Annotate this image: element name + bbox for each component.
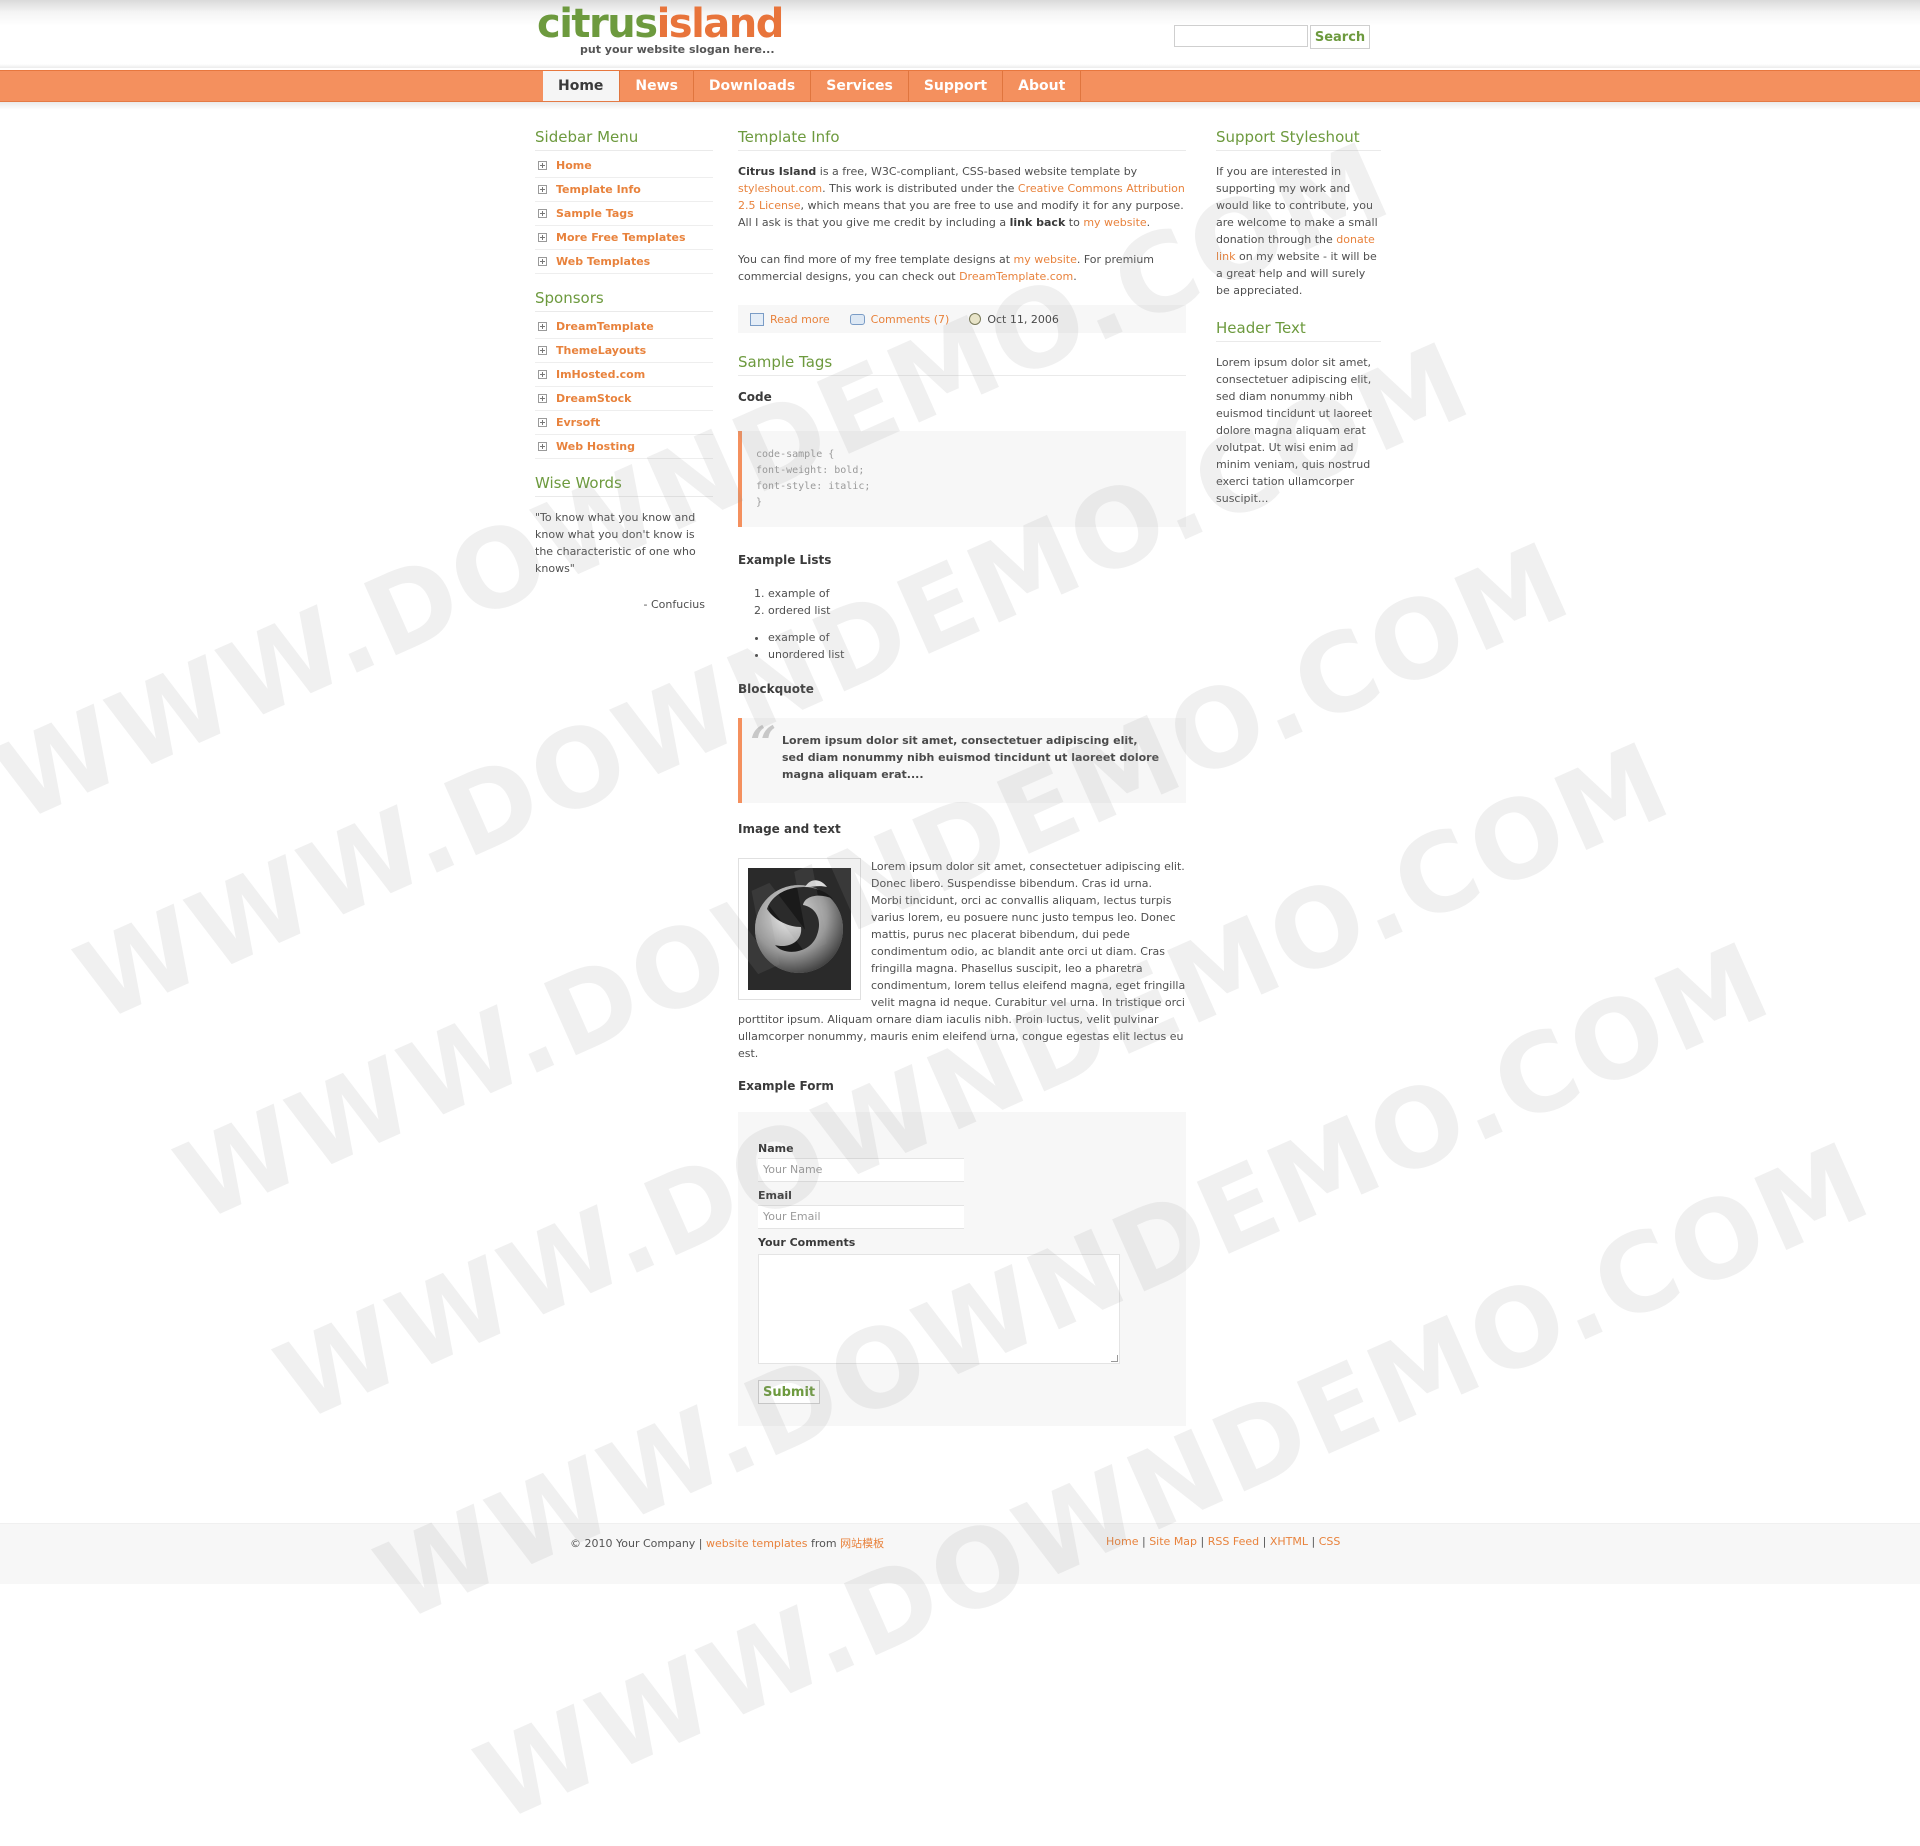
plus-box-icon (538, 394, 547, 403)
sidebar-menu-title: Sidebar Menu (535, 128, 713, 151)
main-nav: Home News Downloads Services Support Abo… (0, 70, 1920, 102)
plus-box-icon (538, 418, 547, 427)
plus-box-icon (538, 346, 547, 355)
footer-rss-link[interactable]: RSS Feed (1208, 1535, 1259, 1548)
text-span: is a free, W3C-compliant, CSS-based webs… (816, 165, 1138, 178)
nav-shadow (0, 102, 1920, 110)
resize-handle-icon[interactable] (1111, 1355, 1118, 1362)
styleshout-link[interactable]: styleshout.com (738, 182, 822, 195)
sponsors-title: Sponsors (535, 289, 713, 312)
sidebar-item-label: Web Templates (556, 255, 651, 268)
template-name: Citrus Island (738, 165, 817, 178)
plus-box-icon (538, 257, 547, 266)
template-info-title: Template Info (738, 128, 1186, 151)
sidebar-item-label: More Free Templates (556, 231, 686, 244)
separator: | (1311, 1535, 1316, 1548)
read-more-link[interactable]: Read more (770, 313, 830, 326)
text-span: from (807, 1537, 841, 1550)
text-span: . This work is distributed under the (822, 182, 1018, 195)
header-text-title: Header Text (1216, 319, 1381, 342)
page-icon (750, 312, 764, 326)
sidebar-item-label: Template Info (556, 183, 641, 196)
bold-text: link back (1009, 216, 1066, 229)
nav-news[interactable]: News (620, 71, 694, 101)
sponsor-dreamstock[interactable]: DreamStock (535, 387, 713, 411)
sponsor-label: DreamTemplate (556, 320, 654, 333)
plus-box-icon (538, 161, 547, 170)
sidebar-item-label: Sample Tags (556, 207, 634, 220)
logo-part-1: citrus (537, 1, 658, 47)
website-templates-link[interactable]: website templates (706, 1537, 808, 1550)
search-button[interactable]: Search (1310, 25, 1370, 49)
nav-downloads[interactable]: Downloads (694, 71, 812, 101)
sponsor-label: ThemeLayouts (556, 344, 647, 357)
plus-box-icon (538, 233, 547, 242)
plus-box-icon (538, 209, 547, 218)
sponsor-label: Evrsoft (556, 416, 601, 429)
footer-css-link[interactable]: CSS (1319, 1535, 1341, 1548)
sidebar-item-template-info[interactable]: Template Info (535, 178, 713, 202)
sidebar-item-label: Home (556, 159, 592, 172)
plus-box-icon (538, 185, 547, 194)
nav-about[interactable]: About (1003, 71, 1082, 101)
footer-xhtml-link[interactable]: XHTML (1270, 1535, 1308, 1548)
text-span: You can find more of my free template de… (738, 253, 1014, 266)
nav-home[interactable]: Home (543, 71, 621, 101)
sidebar-item-web-templates[interactable]: Web Templates (535, 250, 713, 274)
sponsor-label: ImHosted.com (556, 368, 646, 381)
header-bar (0, 0, 1920, 68)
text-span: to (1065, 216, 1084, 229)
site-slogan: put your website slogan here... (580, 43, 775, 56)
site-logo[interactable]: citrusisland (537, 0, 785, 48)
sidebar-item-home[interactable]: Home (535, 154, 713, 178)
logo-part-2: island (656, 1, 785, 47)
plus-box-icon (538, 442, 547, 451)
sponsor-dreamtemplate[interactable]: DreamTemplate (535, 315, 713, 339)
plus-box-icon (538, 370, 547, 379)
comment-icon (849, 313, 865, 325)
sidebar-item-sample-tags[interactable]: Sample Tags (535, 202, 713, 226)
search-input[interactable] (1174, 25, 1308, 47)
separator: | (1262, 1535, 1267, 1548)
sponsor-imhosted[interactable]: ImHosted.com (535, 363, 713, 387)
sidebar-item-more-free-templates[interactable]: More Free Templates (535, 226, 713, 250)
template-info-paragraph: Citrus Island is a free, W3C-compliant, … (738, 163, 1186, 231)
sponsor-themelayouts[interactable]: ThemeLayouts (535, 339, 713, 363)
sponsor-label: DreamStock (556, 392, 632, 405)
nav-support[interactable]: Support (909, 71, 1004, 101)
nav-services[interactable]: Services (811, 71, 909, 101)
plus-box-icon (538, 322, 547, 331)
